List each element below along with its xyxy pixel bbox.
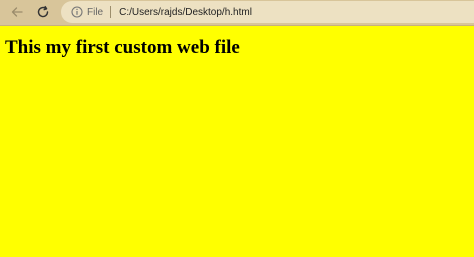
scheme-label: File: [87, 6, 104, 18]
url-text[interactable]: C:/Users/rajds/Desktop/h.html: [119, 7, 252, 18]
back-button[interactable]: [6, 1, 28, 23]
page-content: This my first custom web file: [0, 26, 474, 257]
arrow-left-icon: [10, 5, 24, 19]
info-circle-icon[interactable]: [71, 6, 83, 18]
reload-icon: [36, 5, 50, 19]
reload-button[interactable]: [32, 1, 54, 23]
address-bar[interactable]: File C:/Users/rajds/Desktop/h.html: [61, 1, 474, 23]
address-separator: [110, 6, 112, 18]
browser-toolbar: File C:/Users/rajds/Desktop/h.html: [0, 0, 474, 26]
page-heading: This my first custom web file: [5, 37, 240, 58]
